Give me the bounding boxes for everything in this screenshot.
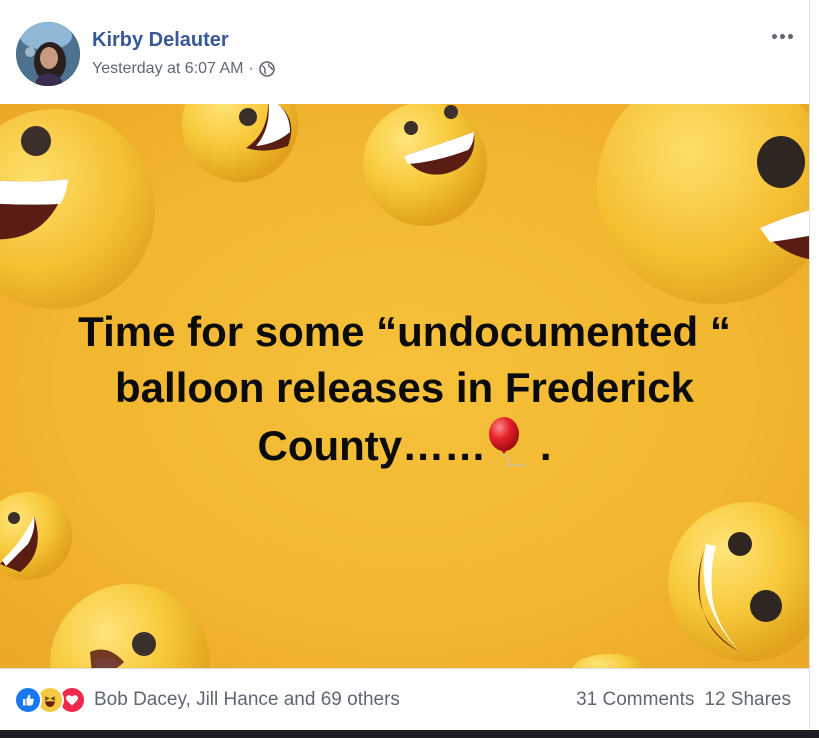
- laughing-emoji-right: [597, 104, 809, 304]
- image-text-line-3-start: County……: [257, 422, 487, 469]
- laughing-emoji-bottom-left: [50, 584, 210, 668]
- like-icon: [14, 686, 42, 714]
- laughing-emoji-bottom-right: [668, 502, 809, 662]
- laughing-emoji-left-lower: [0, 492, 72, 580]
- post-footer: Bob Dacey, Jill Hance and 69 others 31 C…: [0, 668, 809, 731]
- post-header: Kirby Delauter Yesterday at 6:07 AM ·: [0, 0, 809, 104]
- laughing-emoji-top: [182, 104, 298, 182]
- image-text-line-1: Time for some “undocumented “: [78, 308, 731, 355]
- comments-count[interactable]: 31 Comments: [576, 689, 694, 711]
- engagement-counts: 31 Comments 12 Shares: [576, 689, 791, 711]
- bottom-edge: [0, 730, 819, 738]
- post-image[interactable]: Time for some “undocumented “ balloon re…: [0, 104, 809, 668]
- post-meta: Yesterday at 6:07 AM ·: [92, 60, 275, 78]
- avatar[interactable]: [16, 22, 80, 86]
- laughing-emoji-center: [363, 104, 487, 226]
- post-card: Kirby Delauter Yesterday at 6:07 AM · Ti…: [0, 0, 810, 731]
- post-timestamp[interactable]: Yesterday at 6:07 AM: [92, 60, 244, 78]
- avatar-photo: [16, 22, 80, 86]
- image-text-line-3-end: .: [528, 422, 552, 469]
- laughing-emoji-left: [0, 109, 155, 309]
- image-text-line-3: County…… .: [0, 416, 809, 474]
- shares-count[interactable]: 12 Shares: [704, 689, 791, 711]
- author-name[interactable]: Kirby Delauter: [92, 29, 229, 52]
- post-image-text: Time for some “undocumented “ balloon re…: [0, 304, 809, 474]
- meta-separator: ·: [248, 60, 254, 77]
- reactions-summary[interactable]: Bob Dacey, Jill Hance and 69 others: [14, 685, 400, 715]
- balloon-icon: [486, 416, 528, 468]
- more-options-icon[interactable]: [764, 24, 800, 48]
- globe-icon[interactable]: [259, 61, 275, 77]
- image-text-line-2: balloon releases in Frederick: [115, 364, 694, 411]
- emoji-partial: [572, 654, 648, 668]
- reactors-text[interactable]: Bob Dacey, Jill Hance and 69 others: [94, 689, 400, 711]
